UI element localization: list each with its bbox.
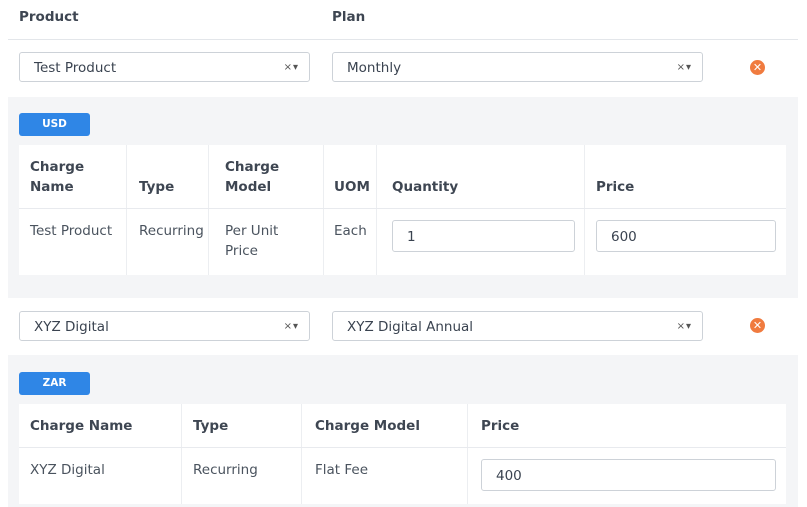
col-charge-model: Charge Model xyxy=(315,418,420,434)
charges-table-2: Charge Name Type Charge Model Price XYZ … xyxy=(19,404,786,504)
currency-badge[interactable]: ZAR xyxy=(19,372,90,395)
product-select-value: Test Product xyxy=(34,60,117,76)
charges-table-1: Charge Name Type Charge Model UOM Quanti… xyxy=(19,145,786,275)
col-type: Type xyxy=(193,418,229,434)
plan-column-header: Plan xyxy=(332,9,366,25)
plan-select-value: Monthly xyxy=(347,60,402,76)
clear-dropdown-icon[interactable]: ×▾ xyxy=(677,321,692,332)
charge-type-cell: Recurring xyxy=(193,462,258,478)
currency-badge[interactable]: USD xyxy=(19,113,90,136)
price-input[interactable]: 400 xyxy=(481,459,776,491)
col-quantity: Quantity xyxy=(392,179,459,195)
clear-dropdown-icon[interactable]: ×▾ xyxy=(677,62,692,73)
remove-row-icon[interactable]: ✕ xyxy=(750,318,765,333)
charge-type-cell: Recurring xyxy=(139,223,204,239)
charge-name-cell: XYZ Digital xyxy=(30,462,105,478)
product-select-value: XYZ Digital xyxy=(34,319,109,335)
clear-dropdown-icon[interactable]: ×▾ xyxy=(284,62,299,73)
col-uom: UOM xyxy=(334,179,370,195)
col-charge-name: Charge Name xyxy=(30,159,85,195)
plan-select-1[interactable]: Monthly ×▾ xyxy=(332,52,703,82)
charge-name-cell: Test Product xyxy=(30,223,113,239)
plan-select-2[interactable]: XYZ Digital Annual ×▾ xyxy=(332,311,703,341)
quantity-input[interactable]: 1 xyxy=(392,220,575,252)
price-value: 400 xyxy=(496,468,522,484)
product-select-1[interactable]: Test Product ×▾ xyxy=(19,52,310,82)
col-charge-model: Charge Model xyxy=(225,159,280,195)
product-column-header: Product xyxy=(19,9,79,25)
product-select-2[interactable]: XYZ Digital ×▾ xyxy=(19,311,310,341)
charge-model-cell: Flat Fee xyxy=(315,462,369,478)
quantity-value: 1 xyxy=(407,229,416,245)
charge-model-cell: Per Unit Price xyxy=(225,223,279,259)
plan-select-value: XYZ Digital Annual xyxy=(347,319,474,335)
col-charge-name: Charge Name xyxy=(30,418,133,434)
clear-dropdown-icon[interactable]: ×▾ xyxy=(284,321,299,332)
col-price: Price xyxy=(596,179,635,195)
header-divider xyxy=(8,39,798,40)
col-price: Price xyxy=(481,418,520,434)
price-input[interactable]: 600 xyxy=(596,220,776,252)
col-type: Type xyxy=(139,179,175,195)
remove-row-icon[interactable]: ✕ xyxy=(750,60,765,75)
uom-cell: Each xyxy=(334,223,367,239)
price-value: 600 xyxy=(611,229,637,245)
